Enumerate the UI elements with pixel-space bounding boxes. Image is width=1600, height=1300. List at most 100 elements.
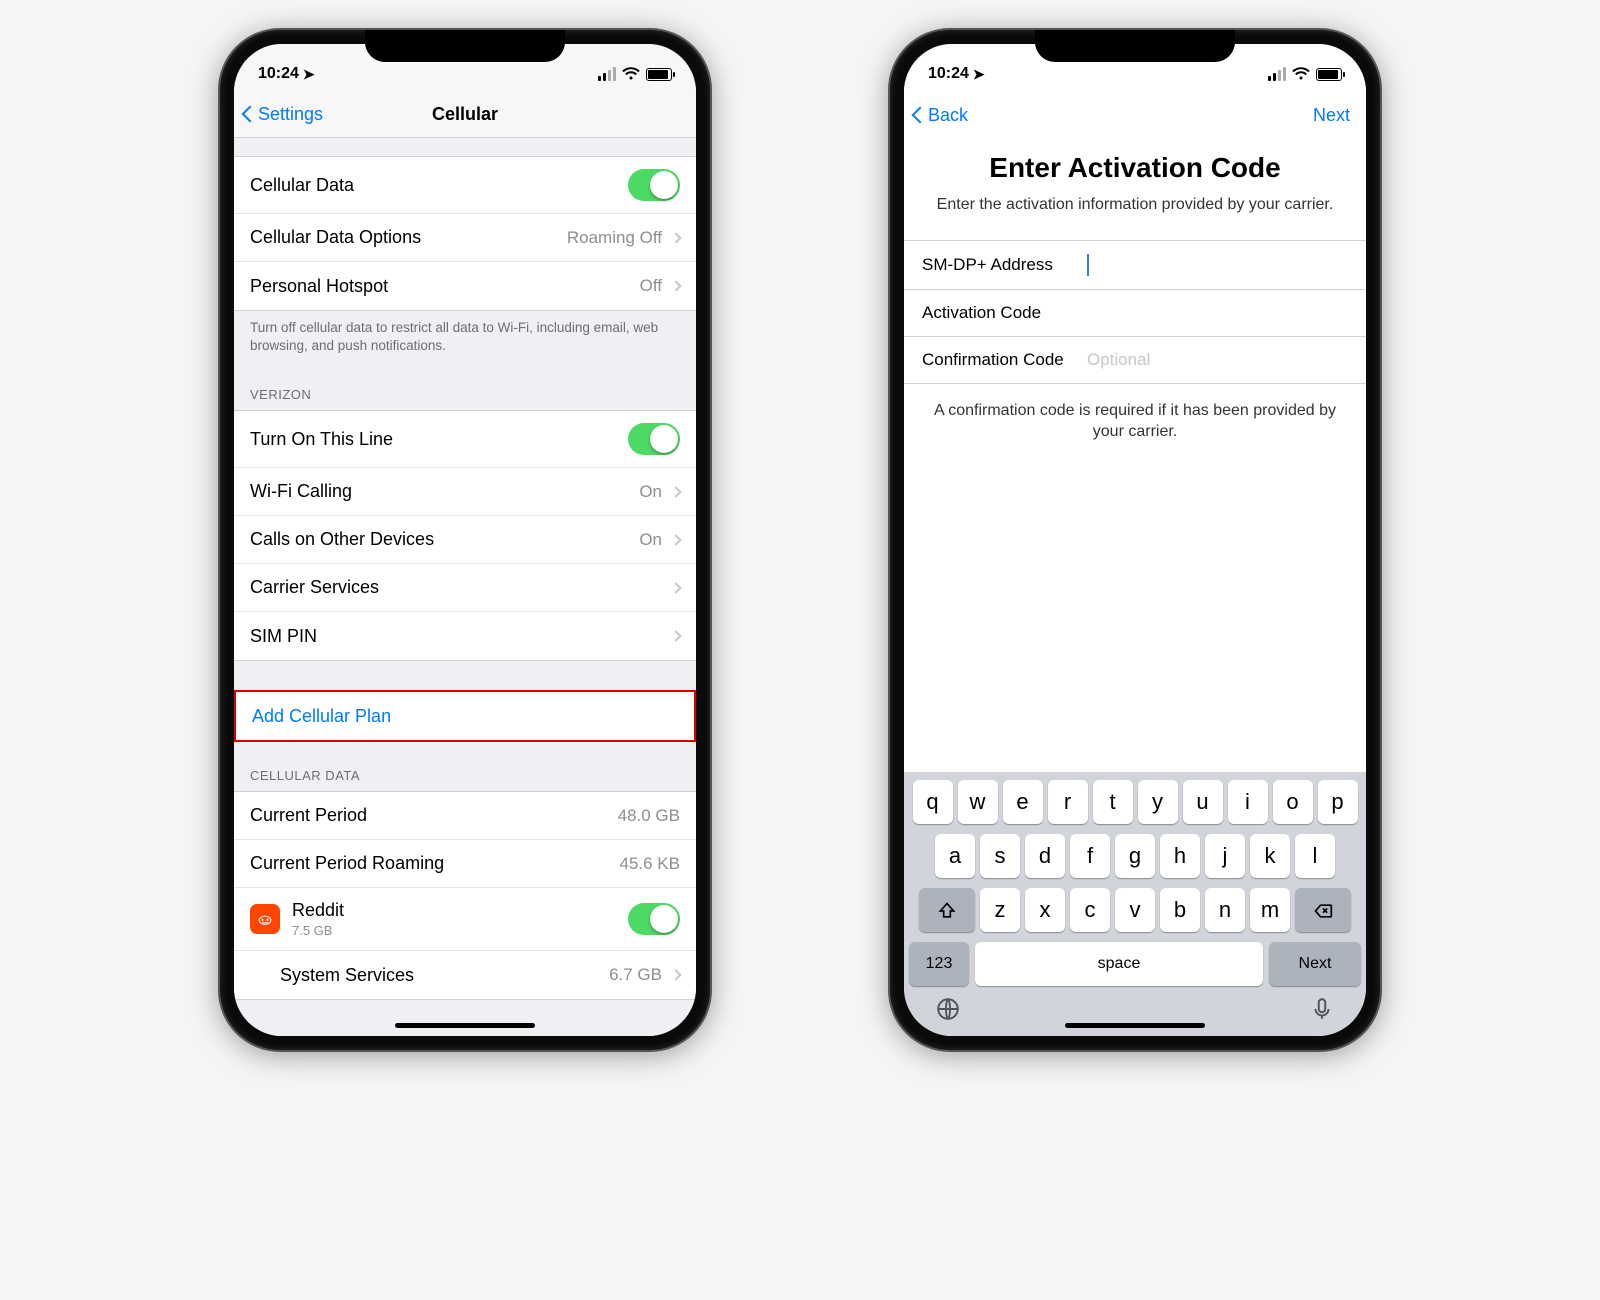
phone-left: 10:24 ➤ Settings Cellular Cellular Data	[220, 30, 710, 1050]
key-123[interactable]: 123	[909, 942, 969, 986]
row-app-reddit[interactable]: Reddit 7.5 GB	[234, 888, 696, 951]
chevron-right-icon	[670, 232, 681, 243]
nav-bar: Back Next	[904, 92, 1366, 138]
toggle-reddit[interactable]	[628, 903, 680, 935]
toggle-cellular-data[interactable]	[628, 169, 680, 201]
mic-icon[interactable]	[1309, 996, 1335, 1022]
page-title: Enter Activation Code	[926, 152, 1344, 184]
row-label: System Services	[280, 965, 609, 986]
row-label: Add Cellular Plan	[252, 706, 678, 727]
toggle-turn-on-line[interactable]	[628, 423, 680, 455]
screen-right: 10:24 ➤ Back Next Enter Activation Code …	[904, 44, 1366, 1036]
status-time: 10:24	[928, 65, 969, 83]
row-label: Current Period Roaming	[250, 853, 620, 874]
key-d[interactable]: d	[1025, 834, 1065, 878]
row-wifi-calling[interactable]: Wi-Fi Calling On	[234, 468, 696, 516]
row-add-cellular-plan[interactable]: Add Cellular Plan	[236, 692, 694, 740]
key-q[interactable]: q	[913, 780, 953, 824]
back-button[interactable]: Settings	[244, 104, 323, 125]
key-j[interactable]: j	[1205, 834, 1245, 878]
key-e[interactable]: e	[1003, 780, 1043, 824]
key-s[interactable]: s	[980, 834, 1020, 878]
key-t[interactable]: t	[1093, 780, 1133, 824]
key-l[interactable]: l	[1295, 834, 1335, 878]
group-verizon: Turn On This Line Wi-Fi Calling On Calls…	[234, 410, 696, 661]
text-cursor	[1087, 254, 1089, 276]
row-label: Current Period	[250, 805, 618, 826]
row-label: Wi-Fi Calling	[250, 481, 639, 502]
page-subtitle: Enter the activation information provide…	[926, 194, 1344, 216]
key-b[interactable]: b	[1160, 888, 1200, 932]
key-n[interactable]: n	[1205, 888, 1245, 932]
key-x[interactable]: x	[1025, 888, 1065, 932]
settings-content[interactable]: Cellular Data Cellular Data Options Roam…	[234, 138, 696, 1036]
row-detail: Off	[640, 276, 662, 296]
keyboard-row-2: asdfghjkl	[909, 834, 1361, 878]
form-note: A confirmation code is required if it ha…	[904, 384, 1366, 459]
hero: Enter Activation Code Enter the activati…	[904, 138, 1366, 240]
chevron-right-icon	[670, 486, 681, 497]
key-w[interactable]: w	[958, 780, 998, 824]
home-indicator[interactable]	[395, 1023, 535, 1028]
row-other-devices[interactable]: Calls on Other Devices On	[234, 516, 696, 564]
key-next[interactable]: Next	[1269, 942, 1361, 986]
key-v[interactable]: v	[1115, 888, 1155, 932]
keyboard: qwertyuiop asdfghjkl zxcvbnm 123 space N…	[904, 772, 1366, 1036]
location-icon: ➤	[303, 66, 315, 83]
key-y[interactable]: y	[1138, 780, 1178, 824]
row-detail: On	[639, 530, 662, 550]
row-cellular-data[interactable]: Cellular Data	[234, 157, 696, 214]
keyboard-row-3: zxcvbnm	[909, 888, 1361, 932]
nav-title: Cellular	[432, 104, 498, 125]
row-detail: On	[639, 482, 662, 502]
key-c[interactable]: c	[1070, 888, 1110, 932]
row-detail: 48.0 GB	[618, 806, 680, 826]
row-detail: Roaming Off	[567, 228, 662, 248]
row-current-roaming: Current Period Roaming 45.6 KB	[234, 840, 696, 888]
notch	[1035, 30, 1235, 62]
home-indicator[interactable]	[1065, 1023, 1205, 1028]
globe-icon[interactable]	[935, 996, 961, 1022]
key-r[interactable]: r	[1048, 780, 1088, 824]
footer-note: Turn off cellular data to restrict all d…	[234, 311, 696, 369]
key-h[interactable]: h	[1160, 834, 1200, 878]
app-size: 7.5 GB	[292, 923, 628, 938]
row-detail: 45.6 KB	[620, 854, 681, 874]
chevron-left-icon	[914, 105, 928, 126]
field-confirmation[interactable]: Confirmation Code Optional	[904, 337, 1366, 384]
next-button[interactable]: Next	[1313, 105, 1350, 126]
key-f[interactable]: f	[1070, 834, 1110, 878]
notch	[365, 30, 565, 62]
key-k[interactable]: k	[1250, 834, 1290, 878]
key-z[interactable]: z	[980, 888, 1020, 932]
row-carrier-services[interactable]: Carrier Services	[234, 564, 696, 612]
key-m[interactable]: m	[1250, 888, 1290, 932]
row-label: Cellular Data Options	[250, 227, 567, 248]
key-shift[interactable]	[919, 888, 975, 932]
row-hotspot[interactable]: Personal Hotspot Off	[234, 262, 696, 310]
reddit-icon	[250, 904, 280, 934]
field-smdp[interactable]: SM-DP+ Address	[904, 241, 1366, 290]
battery-icon	[1316, 68, 1342, 81]
field-activation[interactable]: Activation Code	[904, 290, 1366, 337]
section-header-verizon: VERIZON	[234, 369, 696, 410]
row-sim-pin[interactable]: SIM PIN	[234, 612, 696, 660]
row-label: Calls on Other Devices	[250, 529, 639, 550]
key-o[interactable]: o	[1273, 780, 1313, 824]
row-system-services[interactable]: System Services 6.7 GB	[234, 951, 696, 999]
key-a[interactable]: a	[935, 834, 975, 878]
chevron-right-icon	[670, 631, 681, 642]
row-turn-on-line[interactable]: Turn On This Line	[234, 411, 696, 468]
row-data-options[interactable]: Cellular Data Options Roaming Off	[234, 214, 696, 262]
group-cellular: Cellular Data Cellular Data Options Roam…	[234, 156, 696, 311]
row-detail: 6.7 GB	[609, 965, 662, 985]
key-i[interactable]: i	[1228, 780, 1268, 824]
key-space[interactable]: space	[975, 942, 1263, 986]
key-delete[interactable]	[1295, 888, 1351, 932]
key-g[interactable]: g	[1115, 834, 1155, 878]
key-u[interactable]: u	[1183, 780, 1223, 824]
chevron-right-icon	[670, 582, 681, 593]
back-button[interactable]: Back	[914, 105, 968, 126]
key-p[interactable]: p	[1318, 780, 1358, 824]
nav-bar: Settings Cellular	[234, 92, 696, 138]
